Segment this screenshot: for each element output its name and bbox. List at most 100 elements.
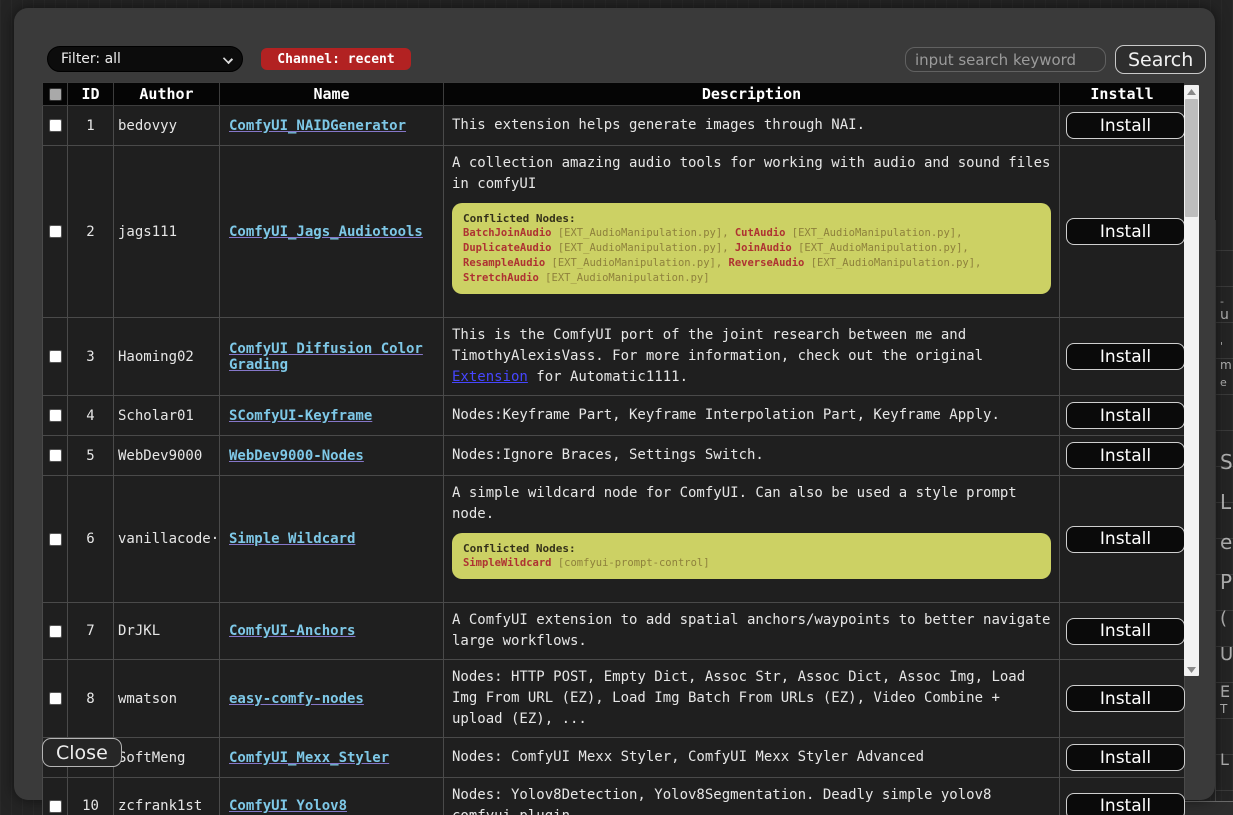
scrollbar-up-icon[interactable]: [1184, 85, 1199, 98]
install-button[interactable]: Install: [1066, 793, 1185, 815]
background-text-fragment: L: [1220, 752, 1229, 768]
row-author: bedovyy: [114, 106, 220, 146]
description-text: Nodes: Yolov8Detection, Yolov8Segmentati…: [452, 785, 1051, 815]
description-text: A ComfyUI extension to add spatial ancho…: [452, 610, 1051, 652]
background-text-fragment: U: [1220, 646, 1233, 664]
install-button[interactable]: Install: [1066, 685, 1185, 712]
table-row: 2 jags111 ComfyUI_Jags_Audiotools A coll…: [43, 146, 1185, 318]
conflicted-nodes-box: Conflicted Nodes:BatchJoinAudio [EXT_Aud…: [452, 203, 1051, 294]
row-id: 1: [68, 106, 114, 146]
row-checkbox[interactable]: [49, 449, 62, 462]
row-id: 7: [68, 603, 114, 660]
description-text: A collection amazing audio tools for wor…: [452, 153, 1051, 195]
description-text: Nodes: HTTP POST, Empty Dict, Assoc Str,…: [452, 667, 1051, 730]
row-author: zcfrank1st: [114, 778, 220, 815]
conflicted-nodes-list: BatchJoinAudio [EXT_AudioManipulation.py…: [463, 226, 1040, 286]
extensions-table: ID Author Name Description Install 1 bed…: [42, 82, 1185, 815]
row-description: This is the ComfyUI port of the joint re…: [444, 318, 1060, 396]
row-checkbox[interactable]: [49, 350, 62, 363]
row-author: Haoming02: [114, 318, 220, 396]
table-scrollbar[interactable]: [1184, 85, 1199, 676]
row-id: 4: [68, 396, 114, 436]
row-description: Nodes: Yolov8Detection, Yolov8Segmentati…: [444, 778, 1060, 815]
install-button[interactable]: Install: [1066, 218, 1185, 245]
row-id: 10: [68, 778, 114, 815]
description-text: Nodes:Keyframe Part, Keyframe Interpolat…: [452, 405, 1051, 426]
background-text-fragment: e: [1220, 377, 1227, 388]
row-description: Nodes:Keyframe Part, Keyframe Interpolat…: [444, 396, 1060, 436]
row-id: 3: [68, 318, 114, 396]
install-button[interactable]: Install: [1066, 526, 1185, 553]
row-id: 2: [68, 146, 114, 318]
row-description: Nodes: ComfyUI Mexx Styler, ComfyUI Mexx…: [444, 738, 1060, 778]
background-text-fragment: u: [1220, 308, 1229, 322]
scrollbar-down-icon[interactable]: [1184, 663, 1199, 676]
scrollbar-thumb[interactable]: [1185, 99, 1198, 217]
background-text-fragment: T: [1220, 703, 1227, 715]
install-button[interactable]: Install: [1066, 402, 1185, 429]
table-row: 10 zcfrank1st ComfyUI Yolov8 Nodes: Yolo…: [43, 778, 1185, 815]
background-text-fragment: L: [1220, 492, 1231, 512]
description-text: Nodes:Ignore Braces, Settings Switch.: [452, 445, 1051, 466]
filter-select-wrap: Filter: all: [47, 46, 243, 72]
table-header-row: ID Author Name Description Install: [43, 83, 1185, 106]
header-name: Name: [220, 83, 444, 106]
row-checkbox[interactable]: [49, 692, 62, 705]
table-row: 8 wmatson easy-comfy-nodes Nodes: HTTP P…: [43, 660, 1185, 738]
description-link[interactable]: Extension: [452, 369, 528, 385]
background-text-fragment: -: [1220, 296, 1224, 307]
install-button[interactable]: Install: [1066, 343, 1185, 370]
extension-name-link[interactable]: SComfyUI-Keyframe: [229, 408, 372, 424]
row-description: A ComfyUI extension to add spatial ancho…: [444, 603, 1060, 660]
row-author: WebDev9000: [114, 436, 220, 476]
background-menu-edge: -u'meSLeP(UETL: [1215, 220, 1233, 815]
conflicted-nodes-box: Conflicted Nodes:SimpleWildcard [comfyui…: [452, 533, 1051, 579]
extension-name-link[interactable]: easy-comfy-nodes: [229, 691, 364, 707]
table-row: 5 WebDev9000 WebDev9000-Nodes Nodes:Igno…: [43, 436, 1185, 476]
row-id: 6: [68, 476, 114, 603]
table-row: 1 bedovyy ComfyUI_NAIDGenerator This ext…: [43, 106, 1185, 146]
row-checkbox[interactable]: [49, 119, 62, 132]
extension-name-link[interactable]: ComfyUI Diffusion Color Grading: [229, 341, 423, 373]
row-author: vanillacode···: [114, 476, 220, 603]
row-author: jags111: [114, 146, 220, 318]
header-description: Description: [444, 83, 1060, 106]
row-checkbox[interactable]: [49, 225, 62, 238]
install-button[interactable]: Install: [1066, 618, 1185, 645]
row-author: Scholar01: [114, 396, 220, 436]
search-button[interactable]: Search: [1115, 45, 1206, 74]
table-body: 1 bedovyy ComfyUI_NAIDGenerator This ext…: [43, 106, 1185, 815]
header-install: Install: [1060, 83, 1185, 106]
extension-name-link[interactable]: ComfyUI_Jags_Audiotools: [229, 224, 423, 240]
install-button[interactable]: Install: [1066, 442, 1185, 469]
background-text-fragment: e: [1220, 532, 1232, 552]
row-checkbox[interactable]: [49, 800, 62, 813]
channel-badge: Channel: recent: [261, 48, 411, 70]
description-text: Nodes: ComfyUI Mexx Styler, ComfyUI Mexx…: [452, 747, 1051, 768]
row-checkbox[interactable]: [49, 533, 62, 546]
background-text-fragment: E: [1220, 684, 1230, 700]
extension-name-link[interactable]: ComfyUI_NAIDGenerator: [229, 118, 406, 134]
description-text: A simple wildcard node for ComfyUI. Can …: [452, 483, 1051, 525]
row-description: A collection amazing audio tools for wor…: [444, 146, 1060, 318]
install-button[interactable]: Install: [1066, 744, 1185, 771]
header-id: ID: [68, 83, 114, 106]
background-text-fragment: m: [1220, 359, 1232, 371]
close-button[interactable]: Close: [42, 738, 122, 767]
extension-name-link[interactable]: ComfyUI_Mexx_Styler: [229, 750, 389, 766]
install-button[interactable]: Install: [1066, 112, 1185, 139]
header-author: Author: [114, 83, 220, 106]
row-id: 5: [68, 436, 114, 476]
select-all-checkbox[interactable]: [49, 88, 62, 101]
row-checkbox[interactable]: [49, 625, 62, 638]
extension-name-link[interactable]: ComfyUI-Anchors: [229, 623, 355, 639]
conflicted-nodes-title: Conflicted Nodes:: [463, 211, 1040, 226]
extension-name-link[interactable]: Simple Wildcard: [229, 531, 355, 547]
extension-name-link[interactable]: ComfyUI Yolov8: [229, 798, 347, 814]
row-description: Nodes:Ignore Braces, Settings Switch.: [444, 436, 1060, 476]
row-checkbox[interactable]: [49, 409, 62, 422]
row-author: SoftMeng: [114, 738, 220, 778]
search-input[interactable]: [905, 47, 1106, 72]
filter-select[interactable]: Filter: all: [47, 46, 243, 72]
extension-name-link[interactable]: WebDev9000-Nodes: [229, 448, 364, 464]
